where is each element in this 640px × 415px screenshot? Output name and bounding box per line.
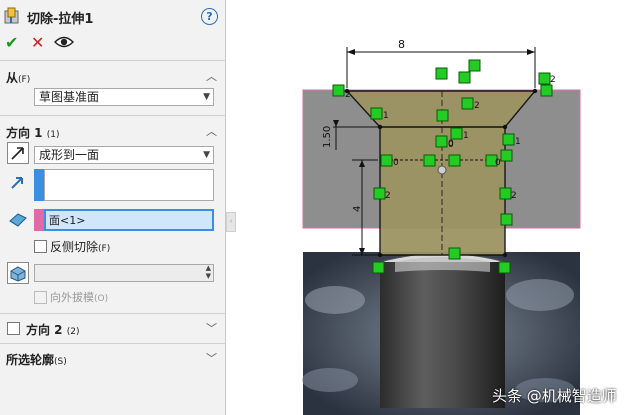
section-from-title: 从: [6, 71, 19, 85]
spin-down-icon[interactable]: ▼: [206, 272, 211, 280]
end-condition-value: 成形到一面: [39, 148, 100, 162]
svg-text:1: 1: [515, 137, 521, 147]
svg-text:1: 1: [383, 111, 389, 121]
chevron-up-icon[interactable]: ︿: [206, 123, 217, 139]
section-selected-contours-key: (S): [54, 357, 67, 367]
section-direction1-header[interactable]: 方向 1 (1) ︿: [0, 121, 226, 141]
divider: [0, 343, 226, 344]
divider: [0, 115, 226, 116]
section-selected-contours-title: 所选轮廓: [6, 353, 55, 367]
section-from-header[interactable]: 从(F) ︿: [0, 66, 226, 86]
relation-marker[interactable]: [500, 213, 513, 226]
dimension-chamfer-depth[interactable]: 1.50: [322, 126, 333, 148]
draft-outward-label: 向外拔模(O): [50, 291, 109, 304]
draft-icon[interactable]: [7, 262, 29, 284]
dimension-slot-height[interactable]: 4: [352, 206, 363, 212]
from-select[interactable]: 草图基准面 ▼: [34, 88, 214, 106]
relation-marker[interactable]: [448, 247, 461, 260]
direction2-checkbox[interactable]: [7, 322, 20, 335]
reverse-direction-icon[interactable]: [7, 142, 29, 164]
svg-text:2: 2: [474, 101, 480, 111]
action-bar: ✔ ✕: [4, 33, 84, 53]
end-condition-select[interactable]: 成形到一面 ▼: [34, 146, 214, 164]
section-direction1-key: (1): [46, 130, 60, 140]
face-selection-box[interactable]: 面<1>: [44, 209, 214, 231]
title-bar: 切除-拉伸1 ?: [0, 0, 226, 32]
section-from-key: (F): [18, 75, 31, 85]
relation-marker[interactable]: [436, 109, 449, 122]
relation-marker[interactable]: [435, 67, 448, 80]
feature-title: 切除-拉伸1: [27, 12, 94, 27]
divider: [0, 313, 226, 314]
flip-side-label: 反侧切除(F): [50, 240, 111, 254]
relation-marker[interactable]: [372, 261, 385, 274]
preview-eye-icon[interactable]: [54, 35, 74, 49]
flip-side-checkbox[interactable]: [34, 240, 47, 253]
relation-marker: 2: [538, 72, 556, 85]
direction-selection-box[interactable]: [44, 169, 214, 201]
relation-marker[interactable]: [540, 84, 553, 97]
relation-marker[interactable]: [468, 59, 481, 72]
chevron-up-icon[interactable]: ︿: [206, 68, 217, 84]
relation-marker[interactable]: [498, 261, 511, 274]
face-selection-item[interactable]: 面<1>: [49, 212, 85, 228]
chevron-down-icon: ▼: [203, 92, 210, 102]
chevron-down-icon[interactable]: ﹀: [206, 350, 217, 366]
chevron-down-icon[interactable]: ﹀: [206, 320, 217, 336]
relation-marker[interactable]: [458, 71, 471, 84]
section-direction2-header[interactable]: 方向 2 (2) ﹀: [0, 318, 226, 338]
svg-text:2: 2: [345, 90, 351, 100]
svg-text:2: 2: [550, 75, 556, 85]
svg-text:2: 2: [385, 191, 391, 201]
face-selection-icon: [9, 213, 27, 227]
graphics-area[interactable]: 8 1.50 4 2 0 2 1 0 1 0 1 0 2 2 2: [235, 0, 640, 415]
svg-text:1: 1: [463, 131, 469, 141]
spin-up-icon[interactable]: ▲: [206, 264, 211, 272]
ok-button[interactable]: ✔: [5, 33, 18, 52]
relation-marker[interactable]: [500, 149, 513, 162]
property-manager: 切除-拉伸1 ? ✔ ✕ 从(F) ︿ 草图基准面 ▼ 方向 1 (1) ︿ 成…: [0, 0, 226, 415]
cylinder-body[interactable]: [380, 262, 505, 408]
help-icon[interactable]: ?: [201, 8, 218, 25]
svg-text:0: 0: [448, 140, 454, 150]
svg-text:0: 0: [495, 158, 501, 168]
svg-text:0: 0: [393, 158, 399, 168]
cut-extrude-icon: [4, 7, 19, 24]
direction-vector-icon: [11, 177, 23, 189]
face-selection-color: [34, 209, 44, 231]
draft-angle-input[interactable]: ▲ ▼: [34, 264, 214, 282]
section-selected-contours-header[interactable]: 所选轮廓(S) ﹀: [0, 348, 226, 368]
section-direction2-key: (2): [66, 327, 80, 337]
divider: [0, 60, 226, 61]
direction-selection-color: [34, 169, 44, 201]
svg-text:2: 2: [511, 191, 517, 201]
draft-outward-checkbox[interactable]: [34, 291, 47, 304]
cancel-button[interactable]: ✕: [31, 33, 44, 52]
chevron-down-icon: ▼: [203, 150, 210, 160]
relation-marker[interactable]: [448, 154, 461, 167]
dimension-top-width[interactable]: 8: [398, 38, 405, 51]
section-direction1-title: 方向 1: [6, 126, 43, 140]
section-direction2-title: 方向 2: [26, 323, 63, 337]
watermark: 头条 @机械智造师: [492, 387, 617, 405]
from-select-value: 草图基准面: [39, 90, 100, 104]
